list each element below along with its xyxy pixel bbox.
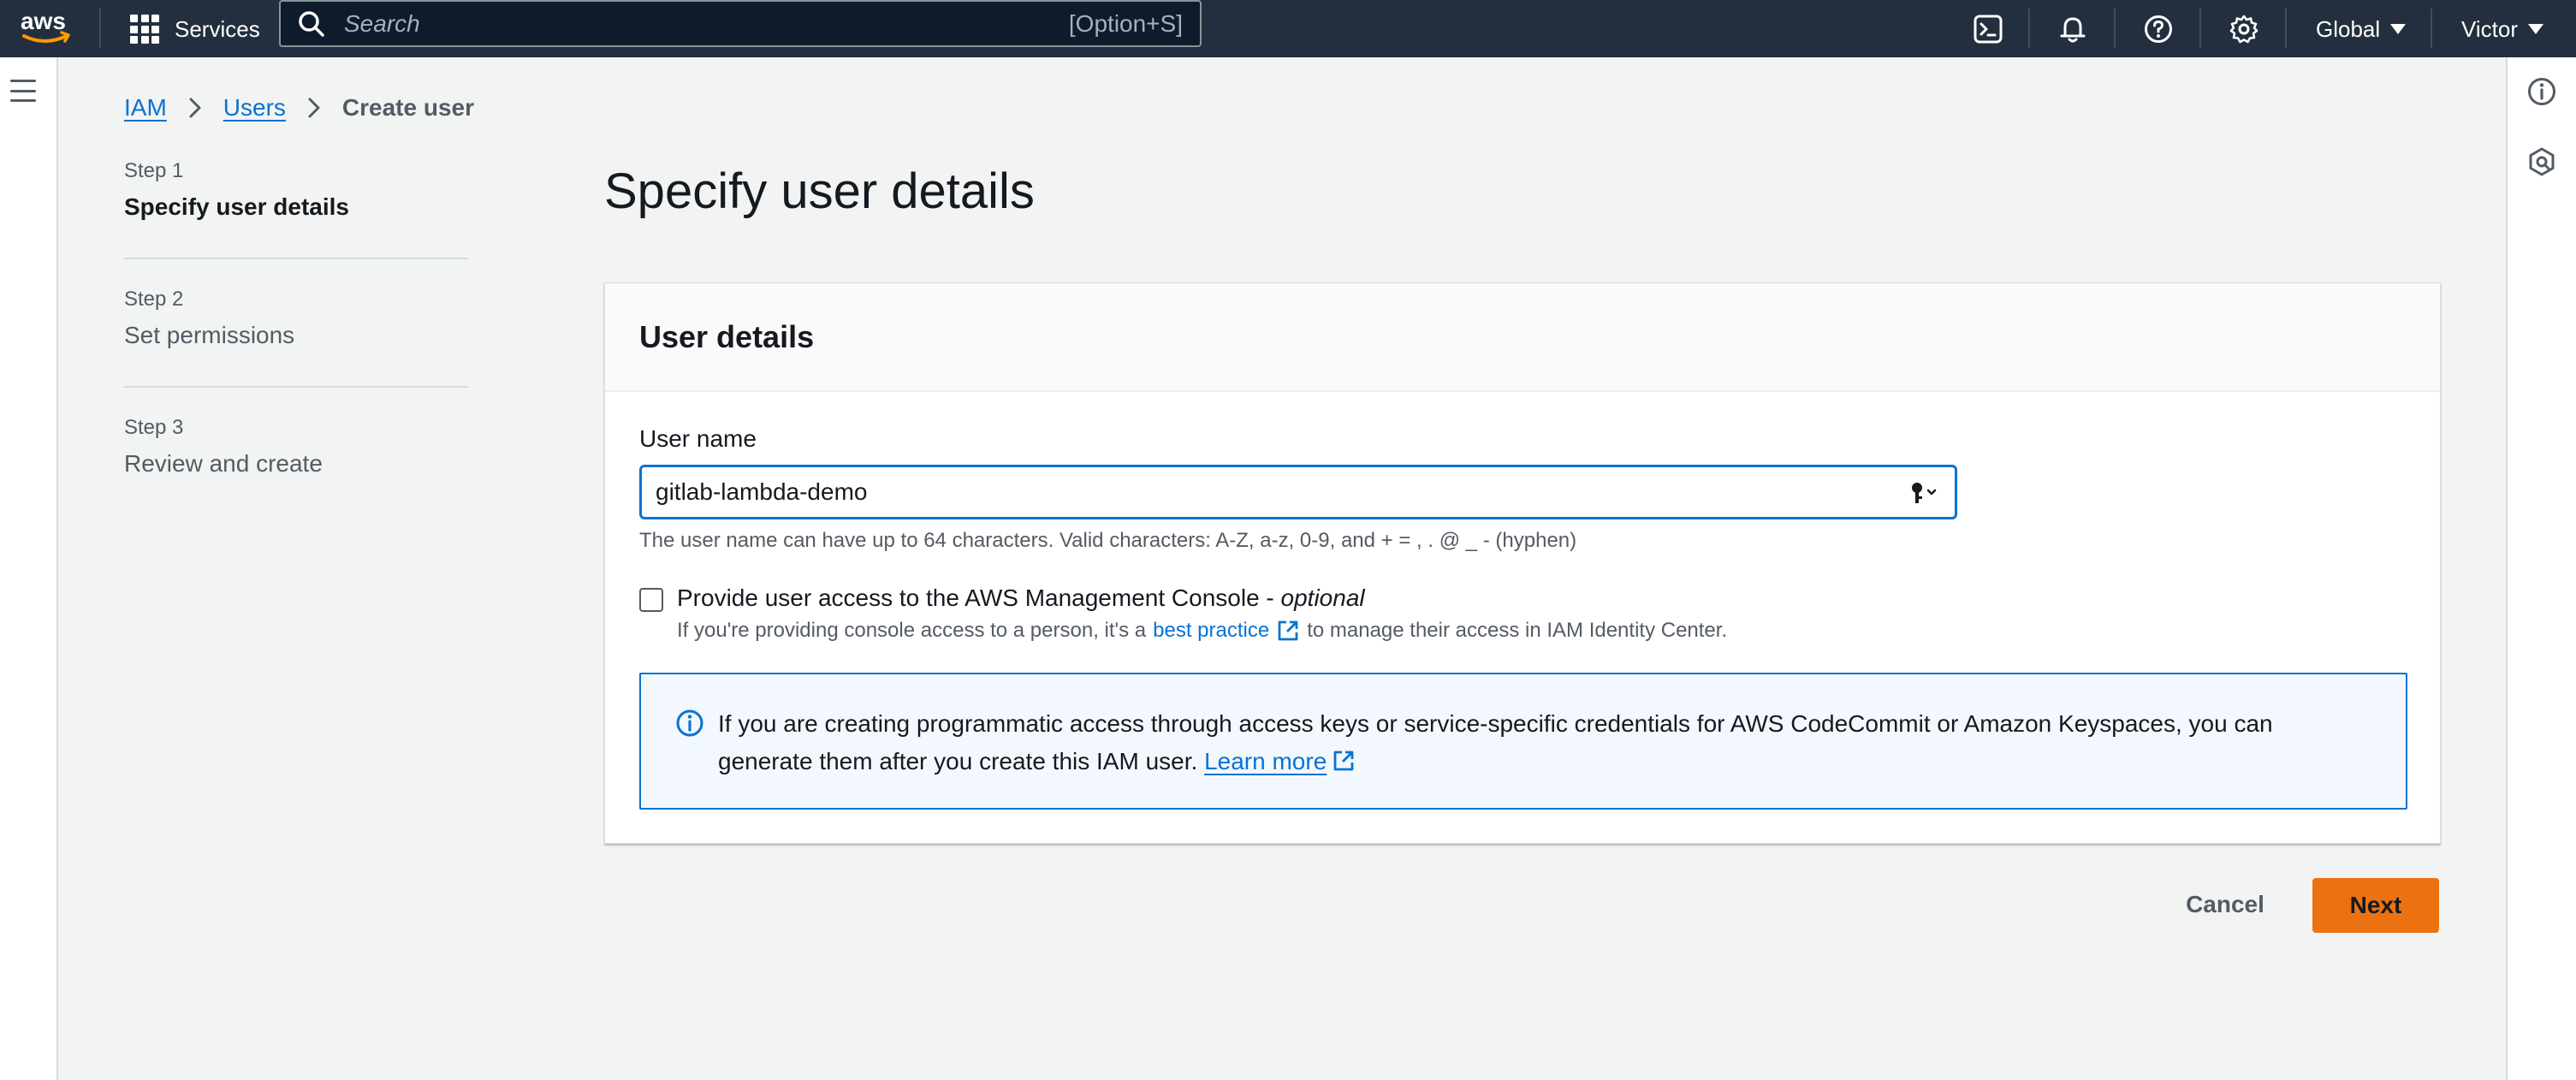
username-input[interactable] [656,478,1854,506]
info-icon[interactable] [2526,76,2557,107]
tools-panel-rail [2506,57,2576,1080]
step-number: Step 3 [124,416,184,439]
external-link-icon[interactable] [1332,749,1356,773]
external-link-icon[interactable] [1276,619,1300,643]
region-selector[interactable]: Global [2316,7,2407,51]
caret-down-icon [2528,24,2543,34]
nav-divider [99,9,101,48]
search-input[interactable] [344,9,1046,38]
gear-icon [2229,15,2258,44]
breadcrumb-link-users[interactable]: Users [223,94,286,122]
wizard-step-3: Step 3 Review and create [124,416,468,544]
services-menu-button[interactable]: Services [130,7,260,51]
next-button[interactable]: Next [2312,878,2439,933]
cloudshell-icon [1974,15,2003,44]
account-menu[interactable]: Victor [2461,7,2543,51]
nav-divider [2285,9,2287,48]
info-text: If you are creating programmatic access … [718,710,2273,774]
optional-tag: optional [1280,585,1365,611]
security-hub-icon[interactable] [2526,146,2557,177]
console-desc-prefix: If you're providing console access to a … [677,619,1147,642]
global-search[interactable]: [Option+S] [279,0,1202,47]
step-title: Set permissions [124,322,295,348]
settings-button[interactable] [2220,5,2268,53]
step-divider [124,258,468,259]
notifications-button[interactable] [2049,5,2097,53]
region-label: Global [2316,15,2381,42]
panel-header: User details [605,283,2440,392]
nav-divider [2431,9,2432,48]
bell-icon [2060,17,2086,43]
console-desc-suffix: to manage their access in IAM Identity C… [1307,619,1728,642]
best-practice-link[interactable]: best practice [1153,619,1269,643]
panel-title: User details [639,318,815,354]
step-number: Step 1 [124,159,184,182]
page-title: Specify user details [604,163,1035,219]
username-field[interactable] [639,465,1957,519]
side-navigation-rail [0,57,58,1080]
help-button[interactable] [2134,5,2182,53]
chevron-right-icon [189,98,201,118]
console-access-description: If you're providing console access to a … [677,619,1727,643]
nav-divider [2199,9,2201,48]
caret-down-icon [2390,24,2407,34]
console-access-text: Provide user access to the AWS Managemen… [677,585,1281,611]
search-icon [299,10,324,37]
nav-divider [2028,9,2030,48]
step-number: Step 2 [124,288,184,311]
cancel-button[interactable]: Cancel [2165,878,2285,931]
wizard-step-2: Step 2 Set permissions [124,288,468,416]
info-alert: If you are creating programmatic access … [639,673,2407,810]
password-manager-key-icon[interactable] [1907,479,1941,507]
breadcrumb-current: Create user [341,94,474,121]
learn-more-link[interactable]: Learn more [1204,748,1327,774]
top-navigation: aws Services [Option+S] [0,0,2576,57]
services-label: Services [175,15,260,42]
step-title: Specify user details [124,193,350,220]
search-shortcut-hint: [Option+S] [1068,9,1183,37]
wizard-step-1[interactable]: Step 1 Specify user details [124,159,468,288]
info-message: If you are creating programmatic access … [718,705,2344,780]
console-access-checkbox[interactable] [639,588,663,612]
breadcrumb: IAM Users Create user [124,94,474,122]
account-label: Victor [2461,15,2518,42]
svg-text:aws: aws [21,8,66,34]
cloudshell-button[interactable] [1964,5,2012,53]
nav-divider [2114,9,2116,48]
menu-icon[interactable] [10,80,36,102]
breadcrumb-link-iam[interactable]: IAM [124,94,167,122]
help-icon [2145,15,2172,43]
username-constraint-hint: The user name can have up to 64 characte… [639,529,1577,552]
wizard-steps: Step 1 Specify user details Step 2 Set p… [124,159,468,544]
step-divider [124,386,468,388]
info-circle-icon [676,709,703,737]
chevron-right-icon [308,98,320,118]
step-title: Review and create [124,450,323,477]
aws-logo[interactable]: aws [19,5,74,50]
console-access-label[interactable]: Provide user access to the AWS Managemen… [677,585,1365,612]
apps-grid-icon [130,15,159,44]
user-details-panel: User details User name The user name can… [604,282,2441,844]
username-label: User name [639,425,757,452]
